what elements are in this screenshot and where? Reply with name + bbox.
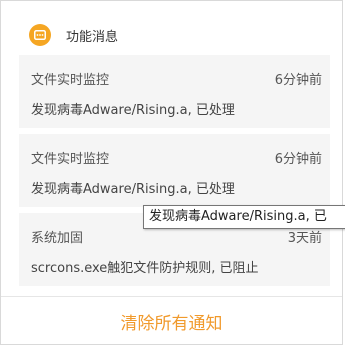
panel-header: 功能消息 [29, 23, 118, 47]
panel-title: 功能消息 [66, 29, 119, 45]
notification-title: 文件实时监控 [31, 152, 110, 167]
notification-time: 3天前 [287, 231, 322, 246]
notification-time: 6分钟前 [274, 73, 322, 88]
notification-desc: scrcons.exe触犯文件防护规则, 已阻止 [31, 261, 259, 276]
notification-desc: 发现病毒Adware/Rising.a, 已处理 [31, 182, 235, 197]
notification-card[interactable]: 文件实时监控 6分钟前 发现病毒Adware/Rising.a, 已处理 [19, 55, 330, 128]
notification-title: 系统加固 [31, 231, 84, 246]
notification-card[interactable]: 文件实时监控 6分钟前 发现病毒Adware/Rising.a, 已处理 [19, 134, 330, 207]
clear-all-notifications-button[interactable]: 清除所有通知 [1, 309, 342, 334]
tooltip: 发现病毒Adware/Rising.a, 已 [143, 205, 345, 229]
notification-title: 文件实时监控 [31, 73, 110, 88]
message-icon [29, 24, 51, 46]
footer-divider [1, 296, 342, 297]
notification-desc: 发现病毒Adware/Rising.a, 已处理 [31, 103, 235, 118]
notification-panel: 功能消息 文件实时监控 6分钟前 发现病毒Adware/Rising.a, 已处… [0, 0, 343, 345]
notification-time: 6分钟前 [274, 152, 322, 167]
